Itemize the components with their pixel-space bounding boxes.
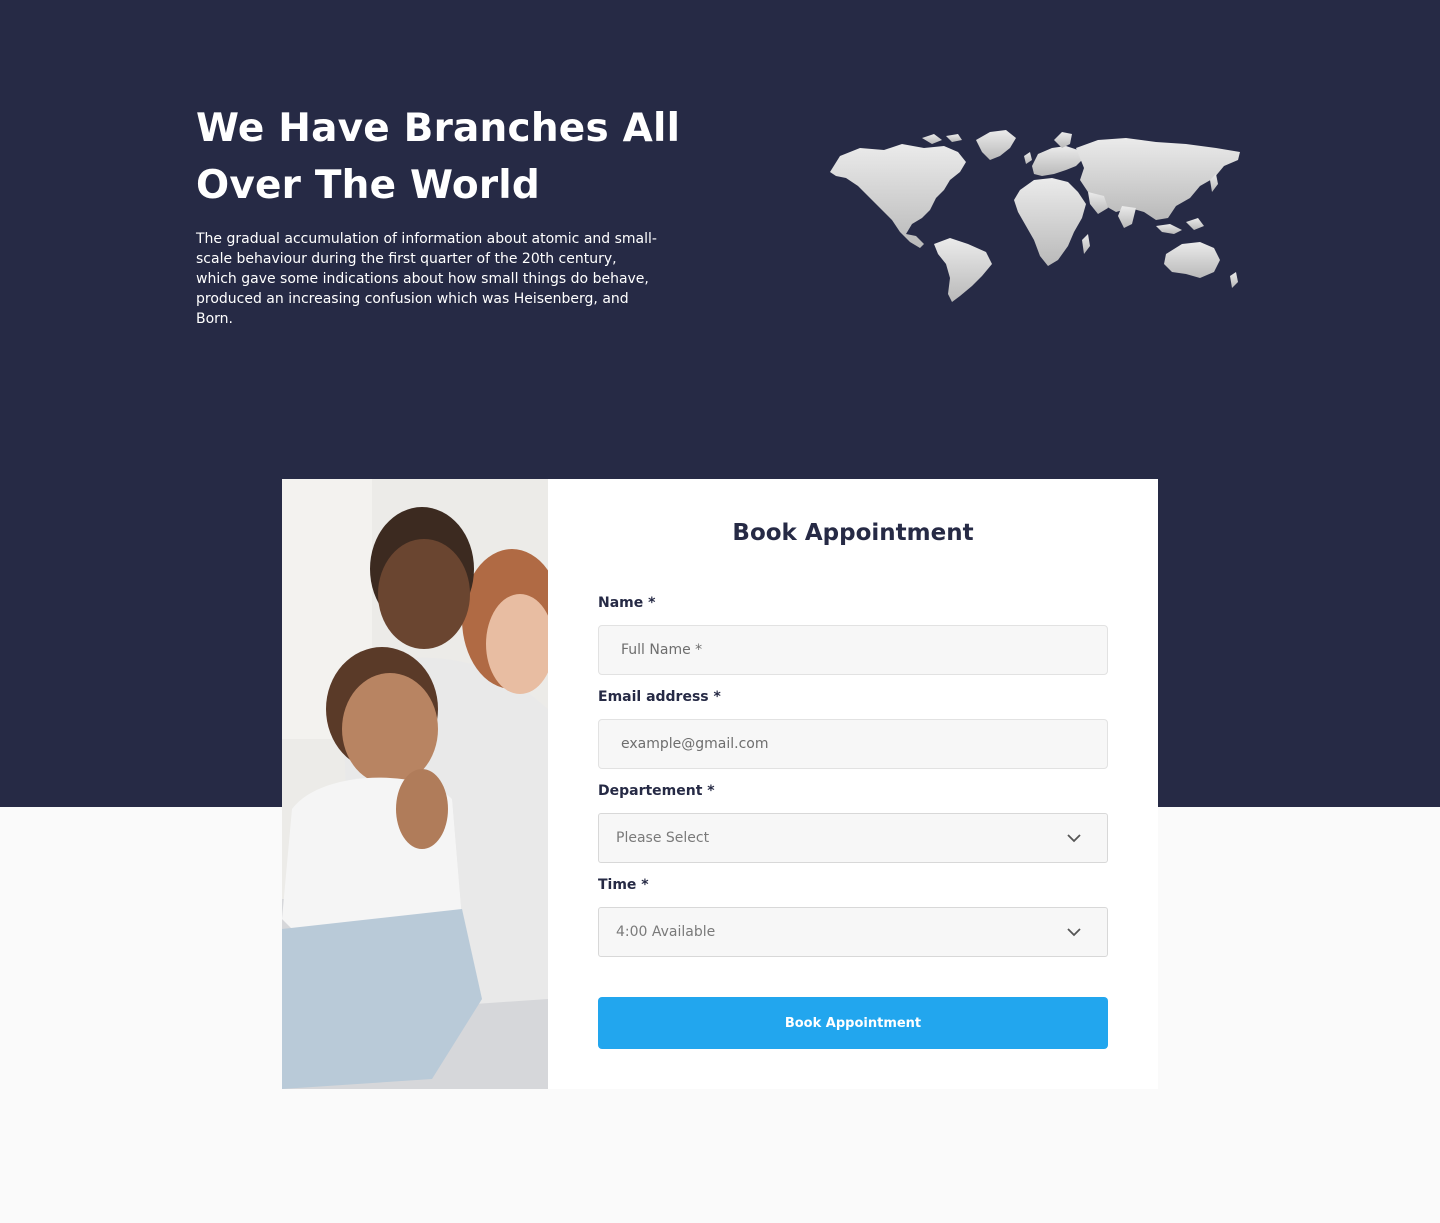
name-label: Name *	[598, 595, 656, 611]
appointment-card: Book Appointment Name * Email address * …	[282, 479, 1158, 1089]
name-input[interactable]	[598, 625, 1108, 675]
form-title: Book Appointment	[732, 520, 974, 546]
email-input[interactable]	[598, 719, 1108, 769]
department-label: Departement *	[598, 783, 715, 799]
family-photo	[282, 479, 548, 1089]
branches-title: We Have Branches All Over The World	[196, 106, 681, 208]
time-select[interactable]: 4:00 Available	[598, 907, 1108, 957]
chevron-down-icon	[1067, 928, 1081, 937]
time-label: Time *	[598, 877, 649, 893]
department-select[interactable]: Please Select	[598, 813, 1108, 863]
department-select-value: Please Select	[616, 830, 710, 846]
family-photo-illustration	[282, 479, 548, 1089]
book-appointment-button[interactable]: Book Appointment	[598, 997, 1108, 1049]
world-map-icon	[830, 130, 1240, 302]
time-select-value: 4:00 Available	[616, 924, 716, 940]
chevron-down-icon	[1067, 834, 1081, 843]
appointment-form: Book Appointment Name * Email address * …	[548, 479, 1158, 1089]
branches-description: The gradual accumulation of information …	[196, 231, 657, 327]
email-label: Email address *	[598, 689, 721, 705]
